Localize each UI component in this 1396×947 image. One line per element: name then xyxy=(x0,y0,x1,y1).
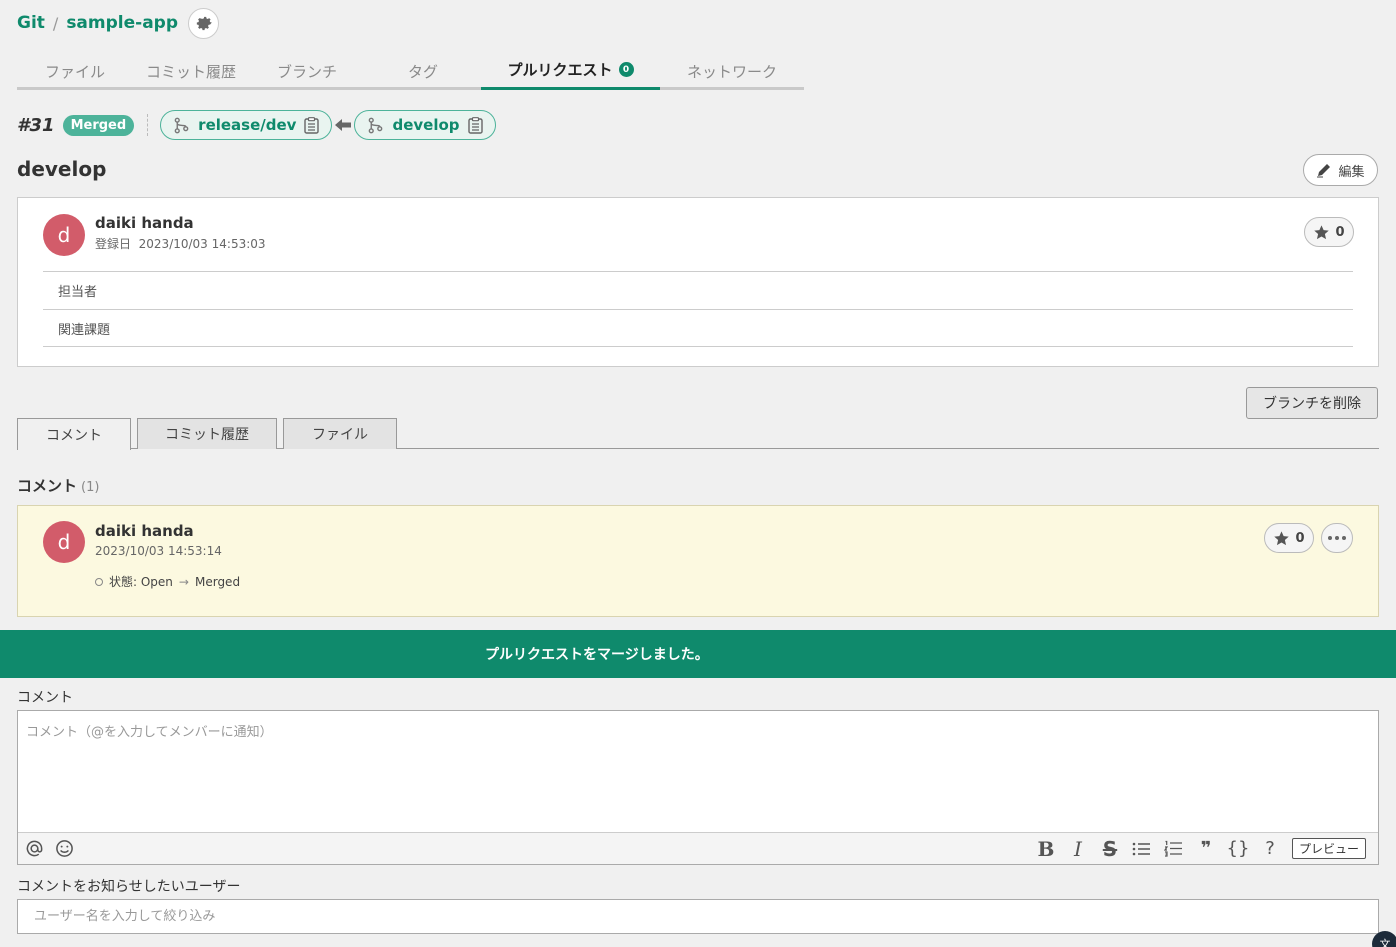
more-dot xyxy=(1328,536,1332,540)
notify-users-label: コメントをお知らせしたいユーザー xyxy=(17,879,241,895)
tab-commit-history[interactable]: コミット履歴 xyxy=(137,418,277,449)
more-dot xyxy=(1342,536,1346,540)
breadcrumb-git-link[interactable]: Git xyxy=(17,13,45,33)
tab-label: タグ xyxy=(407,62,438,81)
breadcrumb: Git / sample-app xyxy=(17,7,220,39)
tab-label: コメント xyxy=(46,427,102,444)
notify-users-input[interactable] xyxy=(17,899,1379,934)
tab-label: プルリクエスト xyxy=(507,61,613,79)
star-icon xyxy=(1314,224,1330,239)
related-issue-row: 関連課題 xyxy=(43,309,1353,347)
breadcrumb-repo-link[interactable]: sample-app xyxy=(66,13,178,33)
help-icon[interactable]: ? xyxy=(1260,838,1280,859)
comment-form-label: コメント xyxy=(17,690,73,706)
tab-commit-history[interactable]: コミット履歴 xyxy=(133,52,249,90)
breadcrumb-separator: / xyxy=(52,13,59,33)
registered-line: 登録日 2023/10/03 14:53:03 xyxy=(95,235,266,252)
tab-network[interactable]: ネットワーク xyxy=(660,52,804,90)
registered-label: 登録日 xyxy=(95,237,132,251)
assignee-label: 担当者 xyxy=(58,285,98,300)
numbered-list-icon[interactable] xyxy=(1164,839,1184,859)
strikethrough-icon[interactable]: S xyxy=(1100,837,1120,861)
edit-button-label: 編集 xyxy=(1338,164,1365,180)
bullet-list-icon[interactable] xyxy=(1132,839,1152,859)
comment-author[interactable]: daiki handa xyxy=(95,522,194,540)
mention-icon[interactable] xyxy=(24,839,44,859)
arrow-right-icon: → xyxy=(178,574,189,589)
tab-files[interactable]: ファイル xyxy=(283,418,397,449)
tab-files[interactable]: ファイル xyxy=(17,52,133,90)
comment-item: d daiki handa 2023/10/03 14:53:14 状態: Op… xyxy=(17,505,1379,617)
tab-label: ファイル xyxy=(44,62,105,81)
tab-label: ネットワーク xyxy=(686,62,777,81)
tab-comments[interactable]: コメント xyxy=(17,418,131,450)
tab-label: ブランチ xyxy=(276,62,337,81)
comment-editor: B I S ❞ {} ? プレビュー xyxy=(17,710,1379,865)
avatar[interactable]: d xyxy=(43,214,85,256)
italic-icon[interactable]: I xyxy=(1068,837,1088,861)
star-button[interactable]: 0 xyxy=(1264,523,1314,553)
pull-request-number: #31 xyxy=(17,114,55,136)
star-button[interactable]: 0 xyxy=(1304,217,1354,247)
status-new: Merged xyxy=(194,574,241,589)
star-count: 0 xyxy=(1295,530,1305,546)
tab-label: ファイル xyxy=(312,427,368,443)
delete-branch-button[interactable]: ブランチを削除 xyxy=(1246,387,1378,419)
comments-count: (1) xyxy=(81,480,100,495)
related-issue-label: 関連課題 xyxy=(58,322,111,338)
more-dot xyxy=(1335,536,1339,540)
translate-icon[interactable]: 文 xyxy=(1372,931,1396,947)
target-branch-name: release/dev xyxy=(198,116,297,134)
edit-button[interactable]: 編集 xyxy=(1303,154,1378,186)
comment-textarea[interactable] xyxy=(18,711,1378,832)
open-status-icon xyxy=(95,577,103,586)
more-options-button[interactable] xyxy=(1321,523,1353,553)
clipboard-icon[interactable] xyxy=(467,116,483,134)
bold-icon[interactable]: B xyxy=(1036,837,1056,861)
pull-request-info-card: d daiki handa 登録日 2023/10/03 14:53:03 0 … xyxy=(17,197,1379,367)
arrow-left-icon xyxy=(335,119,352,131)
source-branch-name: develop xyxy=(392,116,460,134)
tab-tags[interactable]: タグ xyxy=(365,52,481,90)
comments-heading-label: コメント xyxy=(17,477,78,495)
star-icon xyxy=(1274,530,1290,545)
preview-button[interactable]: プレビュー xyxy=(1291,838,1366,859)
avatar[interactable]: d xyxy=(43,521,85,563)
tab-label: コミット履歴 xyxy=(145,62,236,81)
source-branch-pill[interactable]: develop xyxy=(354,110,496,140)
tab-pull-requests[interactable]: プルリクエスト 0 xyxy=(481,52,660,90)
author-name[interactable]: daiki handa xyxy=(95,214,194,232)
star-count: 0 xyxy=(1335,224,1345,240)
emoji-icon[interactable] xyxy=(54,839,74,859)
page-title: develop xyxy=(17,157,107,181)
status-old: 状態: Open xyxy=(109,575,173,589)
clipboard-icon[interactable] xyxy=(304,116,320,134)
pencil-icon xyxy=(1317,164,1331,178)
repo-settings-button[interactable] xyxy=(188,7,220,39)
status-change-line: 状態: Open → Merged xyxy=(95,573,240,590)
branch-icon xyxy=(174,117,189,133)
code-icon[interactable]: {} xyxy=(1227,838,1250,859)
success-toast: プルリクエストをマージしました。 xyxy=(0,630,1396,678)
quote-icon[interactable]: ❞ xyxy=(1196,838,1216,859)
editor-toolbar: B I S ❞ {} ? プレビュー xyxy=(18,832,1378,864)
target-branch-pill[interactable]: release/dev xyxy=(160,110,333,140)
tab-label: コミット履歴 xyxy=(165,427,249,443)
comment-date: 2023/10/03 14:53:14 xyxy=(95,544,222,558)
toast-message: プルリクエストをマージしました。 xyxy=(485,647,709,663)
pull-request-header: #31 Merged release/dev develop xyxy=(17,110,496,140)
gear-icon xyxy=(196,16,212,31)
status-badge: Merged xyxy=(62,114,135,136)
registered-date: 2023/10/03 14:53:03 xyxy=(138,237,266,251)
comments-heading: コメント (1) xyxy=(17,475,99,496)
branch-icon xyxy=(369,117,383,133)
detail-tabs: コメント コミット履歴 ファイル xyxy=(17,418,1379,450)
divider xyxy=(147,114,149,136)
pull-request-count-badge: 0 xyxy=(618,62,634,77)
tab-branches[interactable]: ブランチ xyxy=(249,52,365,90)
main-tabs: ファイル コミット履歴 ブランチ タグ プルリクエスト 0 ネットワーク xyxy=(17,52,804,90)
assignee-row: 担当者 xyxy=(43,271,1353,309)
